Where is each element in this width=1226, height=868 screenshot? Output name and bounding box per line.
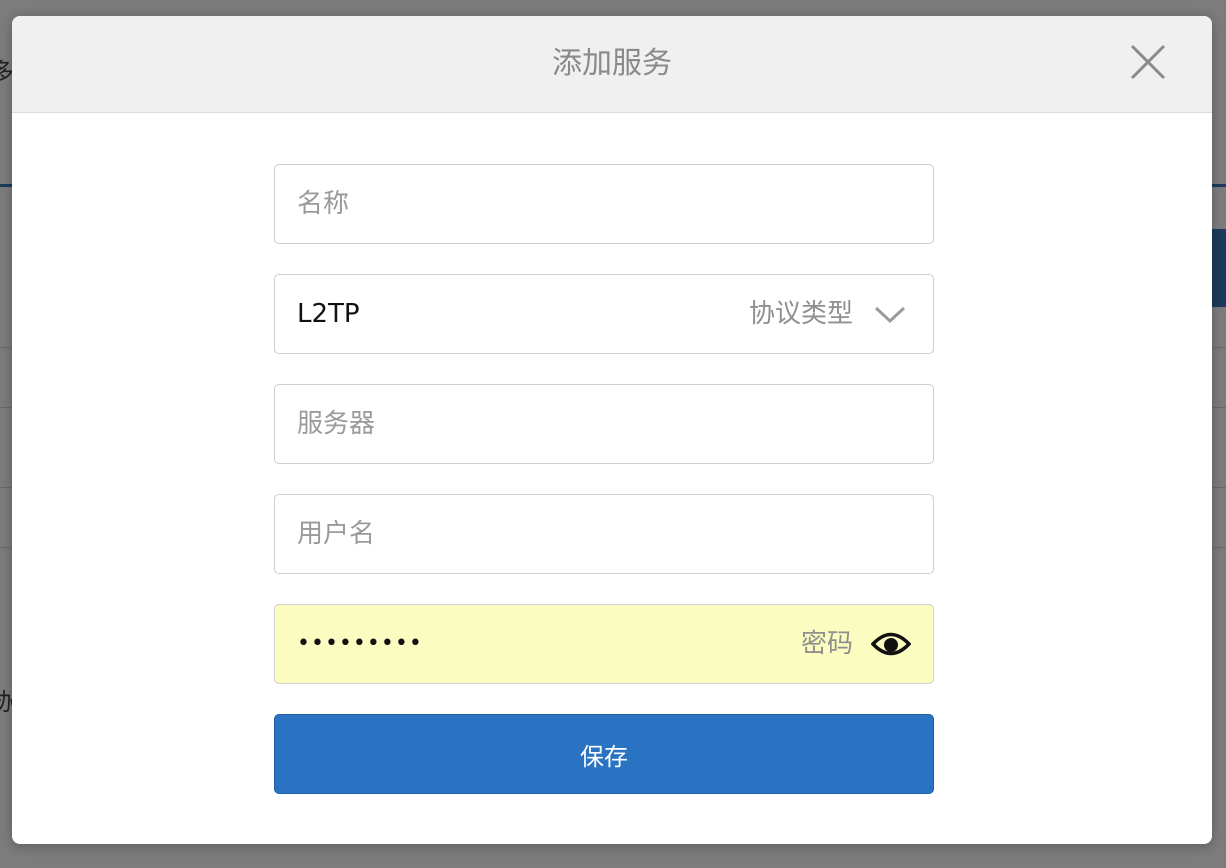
protocol-value: L2TP [297,299,360,329]
name-field-container [274,164,934,244]
eye-icon[interactable] [871,629,911,659]
password-input[interactable]: ••••••••• 密码 [274,604,934,684]
password-value: ••••••••• [297,631,423,656]
dialog-header: 添加服务 [12,16,1212,113]
dialog-title: 添加服务 [552,46,672,81]
background-button-edge [1212,229,1226,307]
close-button[interactable] [1128,42,1168,82]
protocol-select[interactable]: L2TP 协议类型 [274,274,934,354]
server-field-container [274,384,934,464]
chevron-down-icon [874,306,906,324]
protocol-label: 协议类型 [748,299,853,329]
username-field-container [274,494,934,574]
close-icon [1130,44,1166,80]
service-form: L2TP 协议类型 ••••••••• 密码 保存 [274,164,934,794]
name-input[interactable] [275,165,933,243]
add-service-dialog: 添加服务 L2TP 协议类型 ••••••••• 密码 [12,16,1212,844]
username-input[interactable] [275,495,933,573]
password-label: 密码 [800,629,853,659]
save-button[interactable]: 保存 [274,714,934,794]
server-input[interactable] [275,385,933,463]
